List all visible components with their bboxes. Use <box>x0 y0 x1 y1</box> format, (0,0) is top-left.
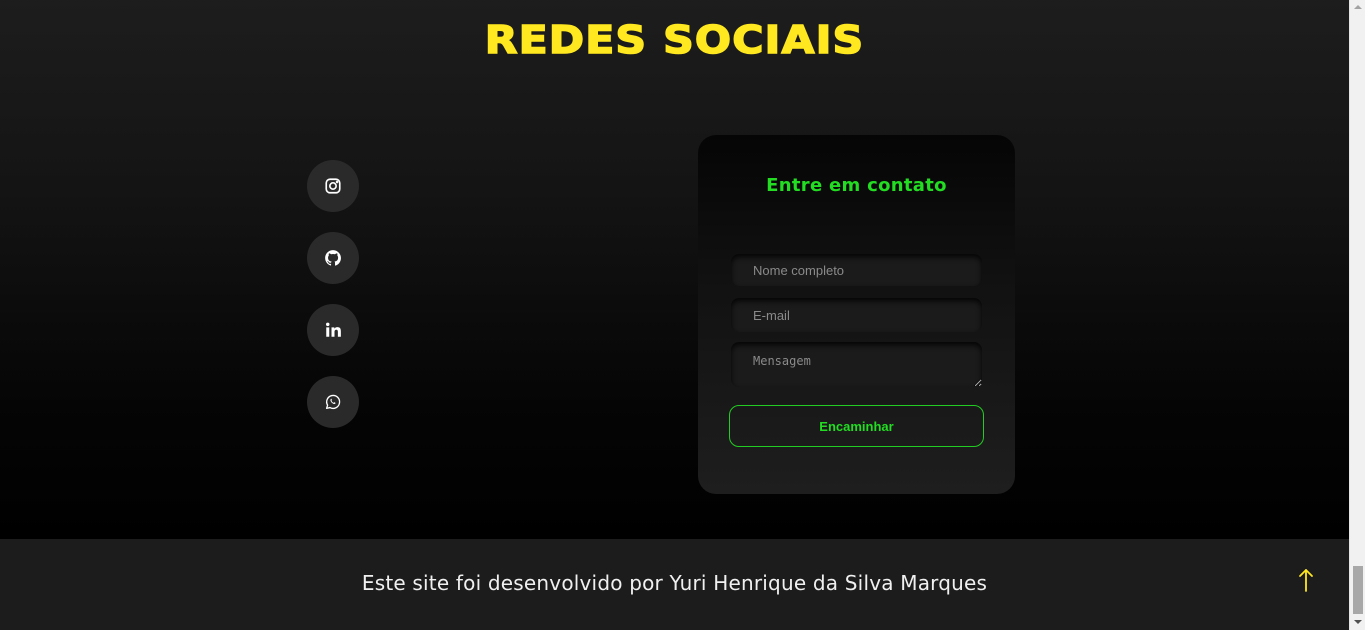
github-icon <box>325 250 341 266</box>
instagram-icon <box>325 178 341 194</box>
submit-button[interactable]: Encaminhar <box>729 405 984 447</box>
github-link[interactable] <box>307 232 359 284</box>
linkedin-icon <box>326 322 341 337</box>
message-field[interactable] <box>731 342 982 387</box>
linkedin-link[interactable] <box>307 304 359 356</box>
name-field[interactable] <box>731 254 982 286</box>
social-section: REDES SOCIAIS Entre em contato Encaminha… <box>0 0 1349 539</box>
contact-card: Entre em contato Encaminhar <box>698 135 1015 494</box>
whatsapp-icon <box>325 394 341 410</box>
footer: Este site foi desenvolvido por Yuri Henr… <box>0 539 1349 630</box>
footer-credit: Este site foi desenvolvido por Yuri Henr… <box>361 571 988 595</box>
contact-title: Entre em contato <box>766 175 947 196</box>
scroll-thumb[interactable] <box>1353 566 1363 614</box>
scroll-down-arrow[interactable] <box>1354 620 1362 624</box>
instagram-link[interactable] <box>307 160 359 212</box>
scroll-up-arrow[interactable] <box>1354 5 1362 9</box>
whatsapp-link[interactable] <box>307 376 359 428</box>
section-title: REDES SOCIAIS <box>484 17 865 63</box>
page-scrollbar[interactable] <box>1349 0 1365 630</box>
email-field[interactable] <box>731 298 982 332</box>
arrow-up-icon <box>1299 569 1313 592</box>
back-to-top-button[interactable] <box>1293 567 1319 595</box>
